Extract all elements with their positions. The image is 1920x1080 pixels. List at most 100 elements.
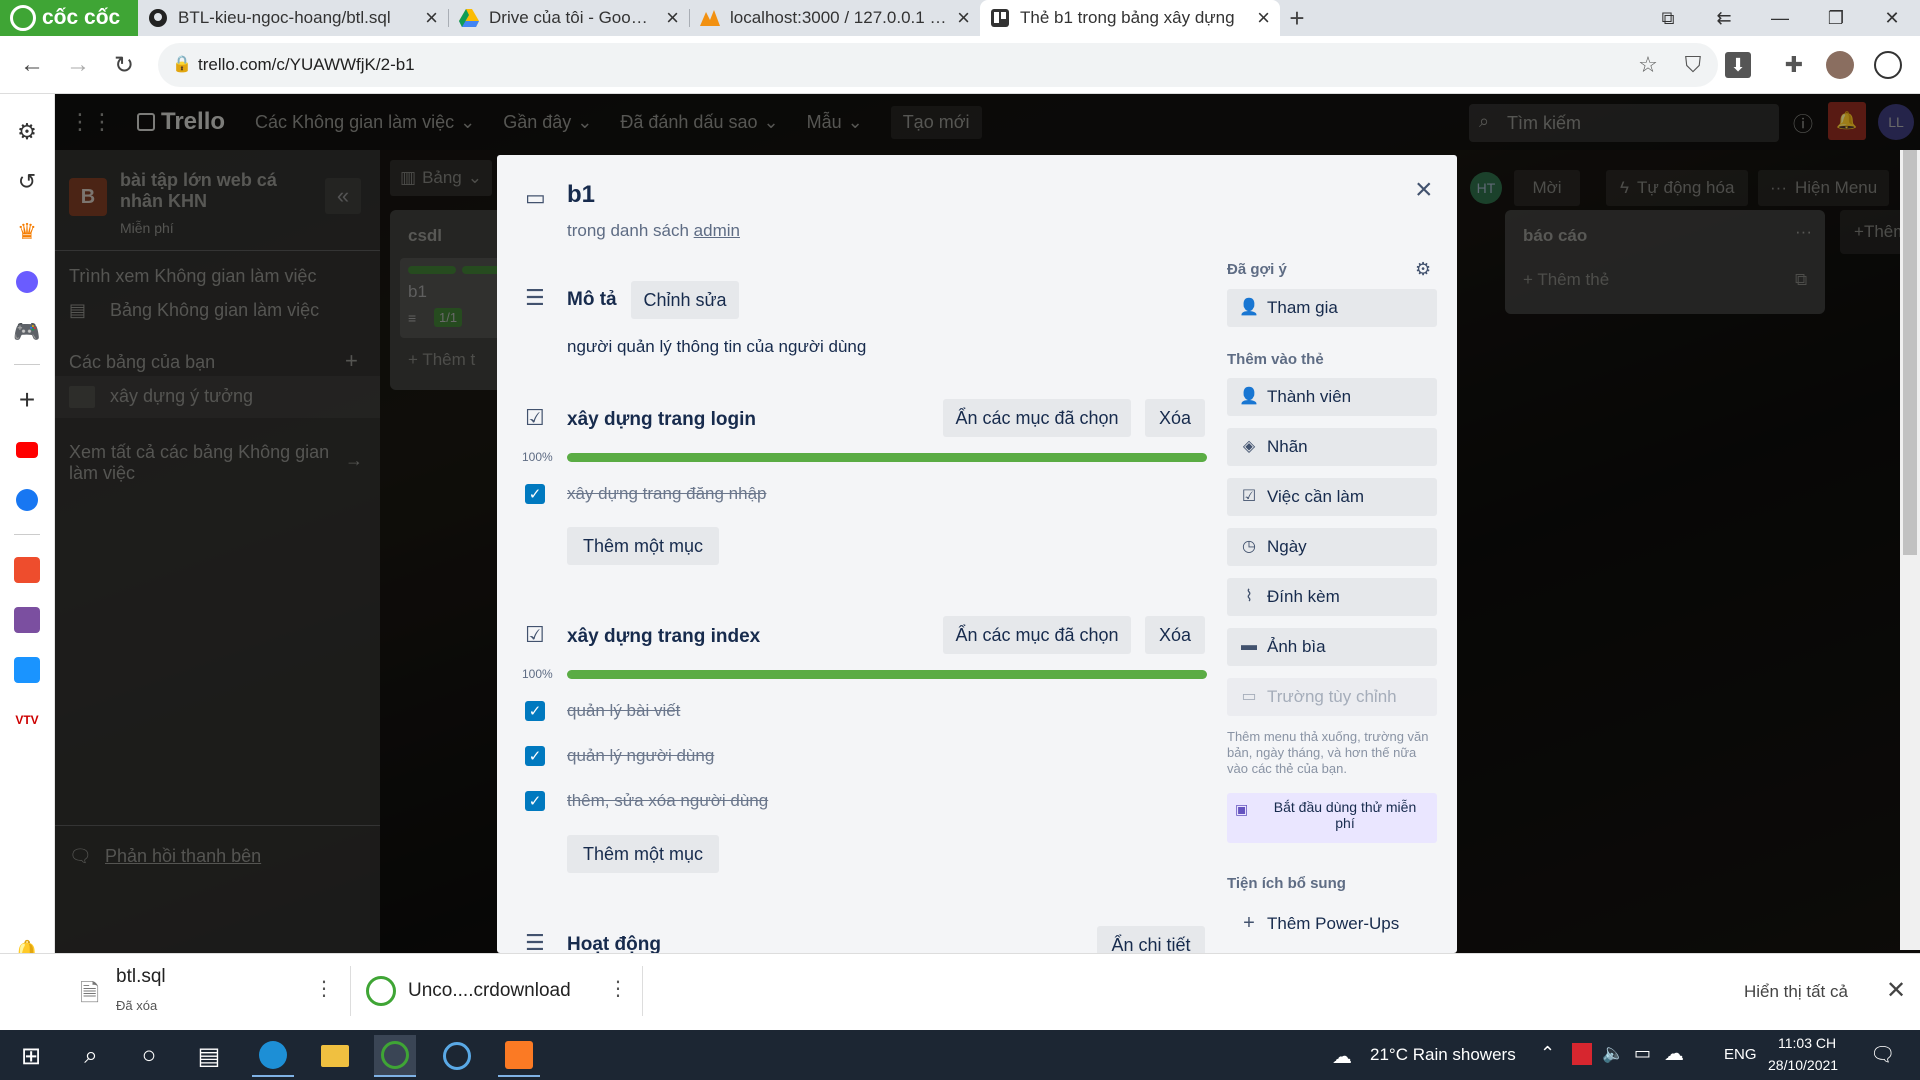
tiki-icon[interactable] [11,654,43,686]
scrollbar[interactable] [1900,150,1920,950]
notifications-center-icon[interactable]: 🗨 [1870,1042,1895,1067]
game-avatar-icon[interactable] [11,604,43,636]
xampp-icon[interactable] [498,1035,540,1077]
checkbox-checked[interactable]: ✓ [525,701,545,721]
app-icon[interactable] [436,1035,478,1077]
tray-app-icon[interactable] [1572,1043,1592,1065]
tab-google-drive[interactable]: Drive của tôi - Google Drive × [449,0,689,36]
history-icon[interactable]: ↺ [11,166,43,198]
labels-button[interactable]: ◈ Nhãn [1227,428,1437,466]
delete-checklist-button[interactable]: Xóa [1145,399,1205,437]
delete-checklist-button[interactable]: Xóa [1145,616,1205,654]
new-tab-button[interactable]: + [1280,0,1314,36]
checkbox-checked[interactable]: ✓ [525,746,545,766]
coccoc-taskbar-icon[interactable] [374,1035,416,1077]
hide-checked-button[interactable]: Ẩn các mục đã chọn [943,399,1131,437]
more-vertical-icon[interactable]: ⋮ [314,976,334,1001]
back-arrows-icon[interactable]: ⇇ [1696,8,1752,29]
show-all-downloads-link[interactable]: Hiển thị tất cả [1744,982,1848,1002]
dates-button[interactable]: ◷ Ngày [1227,528,1437,566]
forward-arrow-icon[interactable]: → [56,43,100,87]
add-item-button[interactable]: Thêm một mục [567,527,719,565]
hide-checked-button[interactable]: Ẩn các mục đã chọn [943,616,1131,654]
add-shortcut-icon[interactable]: + [11,384,43,416]
youtube-icon[interactable] [11,434,43,466]
cover-button[interactable]: ▬ Ảnh bìa [1227,628,1437,666]
task-view-icon[interactable]: ▤ [188,1035,230,1077]
language-indicator[interactable]: ENG [1724,1046,1757,1063]
browser-menu-button[interactable]: cốc cốc [0,0,138,36]
weather-text[interactable]: 21°C Rain showers [1370,1045,1516,1065]
cloud-icon[interactable]: ☁ [1664,1041,1684,1066]
download-file-name[interactable]: btl.sql [116,966,166,988]
crown-icon[interactable]: ♛ [11,216,43,248]
star-icon[interactable]: ☆ [1628,44,1668,86]
reload-icon[interactable]: ↻ [102,43,146,87]
edit-description-button[interactable]: Chỉnh sửa [631,281,739,319]
battery-icon[interactable]: ▭ [1634,1043,1651,1064]
divider [642,966,643,1016]
more-vertical-icon[interactable]: ⋮ [608,976,628,1001]
minimize-button[interactable]: — [1752,8,1808,29]
checklist-item[interactable]: quản lý bài viết [567,701,680,721]
checklist-item[interactable]: xây dựng trang đăng nhập [567,484,766,504]
checkbox-checked[interactable]: ✓ [525,484,545,504]
attachment-button[interactable]: ⌇ Đính kèm [1227,578,1437,616]
settings-gear-icon[interactable]: ⚙ [1415,259,1431,280]
weather-icon[interactable]: ☁ [1332,1044,1352,1069]
checklist-button[interactable]: ☑ Việc cần làm [1227,478,1437,516]
settings-gear-icon[interactable]: ⚙ [11,116,43,148]
gamepad-icon[interactable]: 🎮 [11,316,43,348]
checklist-title[interactable]: xây dựng trang login [567,409,756,431]
tab-phpmyadmin[interactable]: localhost:3000 / 127.0.0.1 / b × [690,0,980,36]
cast-icon[interactable]: ⧉ [1640,8,1696,29]
tray-chevron-icon[interactable]: ⌃ [1540,1043,1555,1064]
close-icon[interactable]: ✕ [1886,976,1906,1005]
tab-trello-active[interactable]: Thẻ b1 trong bảng xây dựng × [980,0,1280,36]
card-title[interactable]: b1 [567,181,595,209]
description-text[interactable]: người quản lý thông tin của người dùng [567,337,866,357]
shopee-icon[interactable] [11,554,43,586]
tab-close-icon[interactable]: × [957,5,970,31]
extensions-icon[interactable]: ✚ [1774,44,1814,86]
tab-close-icon[interactable]: × [425,5,438,31]
profile-avatar[interactable] [1820,44,1860,86]
start-trial-button[interactable]: ▣ Bắt đầu dùng thử miễn phí [1227,793,1437,843]
custom-fields-button[interactable]: ▭ Trường tùy chỉnh [1227,678,1437,716]
edge-icon[interactable] [252,1035,294,1077]
restore-button[interactable]: ❐ [1808,8,1864,29]
download-icon[interactable]: ⬇ [1718,44,1758,86]
tab-close-icon[interactable]: × [1257,5,1270,31]
clock-time[interactable]: 11:03 CH [1778,1035,1836,1051]
list-link[interactable]: admin [694,221,740,240]
shield-icon[interactable]: ⛉ [1673,44,1713,86]
address-bar[interactable]: 🔒 trello.com/c/YUAWWfjK/2-b1 [158,43,1718,87]
add-item-button[interactable]: Thêm một mục [567,835,719,873]
facebook-icon[interactable] [11,484,43,516]
volume-icon[interactable]: 🔈 [1602,1043,1624,1064]
checklist-item[interactable]: quản lý người dùng [567,746,714,766]
download-file-name[interactable]: Unco....crdownload [408,980,571,1002]
scrollbar-thumb[interactable] [1903,150,1917,555]
close-icon[interactable]: × [1415,173,1433,207]
checkbox-checked[interactable]: ✓ [525,791,545,811]
vtv-icon[interactable]: VTV [11,704,43,736]
messenger-icon[interactable] [11,266,43,298]
add-powerups-button[interactable]: + Thêm Power-Ups [1227,905,1437,943]
clock-date[interactable]: 28/10/2021 [1768,1057,1838,1073]
hide-details-button[interactable]: Ẩn chi tiết [1097,926,1205,953]
windows-start-icon[interactable]: ⊞ [10,1035,52,1077]
back-arrow-icon[interactable]: ← [10,43,54,87]
cortana-icon[interactable]: ○ [128,1035,170,1077]
menu-circle-icon[interactable] [1868,44,1908,86]
checklist-item[interactable]: thêm, sửa xóa người dùng [567,791,768,811]
search-icon[interactable]: ⌕ [70,1035,112,1077]
tab-close-icon[interactable]: × [666,5,679,31]
tab-label: BTL-kieu-ngoc-hoang/btl.sql [178,8,391,27]
checklist-title[interactable]: xây dựng trang index [567,626,760,648]
join-button[interactable]: 👤 Tham gia [1227,289,1437,327]
file-explorer-icon[interactable] [314,1035,356,1077]
tab-github[interactable]: BTL-kieu-ngoc-hoang/btl.sql × [138,0,448,36]
close-window-button[interactable]: ✕ [1864,8,1920,29]
members-button[interactable]: 👤 Thành viên [1227,378,1437,416]
